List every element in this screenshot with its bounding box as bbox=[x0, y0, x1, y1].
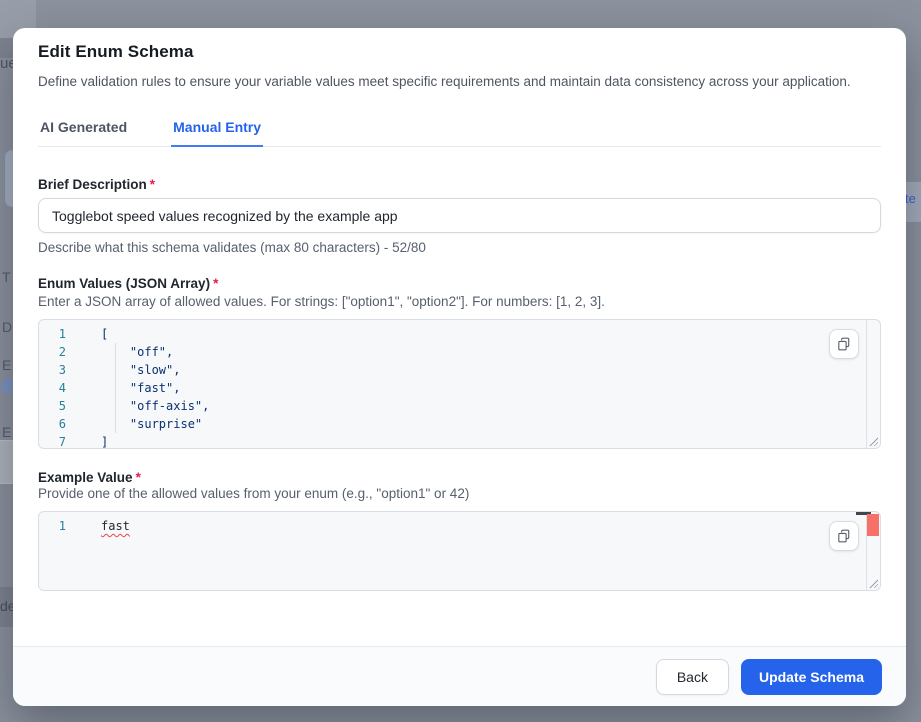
error-marker bbox=[867, 514, 879, 536]
copy-button[interactable] bbox=[829, 521, 859, 551]
code-lines: 1[ 2 "off", 3 "slow", 4 "fast", 5 "off-a… bbox=[39, 320, 880, 449]
brief-description-input[interactable] bbox=[38, 198, 881, 233]
line-number: 5 bbox=[39, 397, 66, 415]
code-text: "slow", bbox=[101, 361, 180, 379]
line-number: 1 bbox=[39, 517, 66, 535]
example-value-label: Example Value* bbox=[38, 470, 881, 485]
enum-values-label: Enum Values (JSON Array)* bbox=[38, 276, 881, 291]
code-text-error: fast bbox=[101, 517, 130, 535]
scrollbar-track[interactable] bbox=[866, 320, 867, 448]
required-asterisk: * bbox=[213, 276, 218, 291]
line-number: 7 bbox=[39, 433, 66, 449]
backdrop-text-fragment: E bbox=[2, 424, 11, 440]
code-lines: 1 fast bbox=[39, 512, 880, 535]
code-line: 3 "slow", bbox=[39, 361, 880, 379]
code-line: 2 "off", bbox=[39, 343, 880, 361]
required-asterisk: * bbox=[136, 470, 141, 485]
code-text: "off", bbox=[101, 343, 173, 361]
copy-icon bbox=[836, 336, 852, 352]
dialog-body: Edit Enum Schema Define validation rules… bbox=[13, 28, 906, 646]
dialog-footer: Back Update Schema bbox=[13, 646, 906, 706]
code-line: 6 "surprise" bbox=[39, 415, 880, 433]
enum-values-helper: Enter a JSON array of allowed values. Fo… bbox=[38, 293, 881, 311]
example-value-helper: Provide one of the allowed values from y… bbox=[38, 485, 881, 503]
copy-button[interactable] bbox=[829, 329, 859, 359]
resize-handle[interactable] bbox=[868, 578, 878, 588]
dialog-description: Define validation rules to ensure your v… bbox=[38, 71, 866, 92]
code-line: 5 "off-axis", bbox=[39, 397, 880, 415]
example-value-editor[interactable]: 1 fast bbox=[38, 511, 881, 591]
backdrop-text-fragment: T bbox=[2, 269, 11, 285]
update-schema-button[interactable]: Update Schema bbox=[741, 659, 882, 695]
indent-guide bbox=[115, 343, 116, 433]
line-number: 6 bbox=[39, 415, 66, 433]
enum-values-editor[interactable]: 1[ 2 "off", 3 "slow", 4 "fast", 5 "off-a… bbox=[38, 319, 881, 449]
code-text: ] bbox=[101, 433, 108, 449]
tab-manual-entry[interactable]: Manual Entry bbox=[171, 119, 263, 147]
backdrop-text-fragment: D bbox=[2, 319, 12, 335]
code-text: "off-axis", bbox=[101, 397, 209, 415]
dialog-title: Edit Enum Schema bbox=[38, 42, 881, 62]
code-line: 7] bbox=[39, 433, 880, 449]
code-text: "fast", bbox=[101, 379, 180, 397]
brief-description-helper: Describe what this schema validates (max… bbox=[38, 239, 881, 257]
line-number: 4 bbox=[39, 379, 66, 397]
edit-enum-schema-dialog: Edit Enum Schema Define validation rules… bbox=[13, 28, 906, 706]
tab-bar: AI Generated Manual Entry bbox=[38, 119, 881, 147]
code-line: 1[ bbox=[39, 325, 880, 343]
required-asterisk: * bbox=[150, 177, 155, 192]
line-number: 3 bbox=[39, 361, 66, 379]
copy-icon bbox=[836, 528, 852, 544]
code-text: "surprise" bbox=[101, 415, 202, 433]
backdrop-text-fragment: E bbox=[2, 357, 11, 373]
back-button[interactable]: Back bbox=[656, 659, 729, 695]
label-text: Enum Values (JSON Array) bbox=[38, 276, 210, 291]
line-number: 2 bbox=[39, 343, 66, 361]
label-text: Brief Description bbox=[38, 177, 147, 192]
line-number: 1 bbox=[39, 325, 66, 343]
code-text: [ bbox=[101, 325, 108, 343]
brief-description-label: Brief Description* bbox=[38, 177, 881, 192]
code-line: 1 fast bbox=[39, 517, 880, 535]
code-line: 4 "fast", bbox=[39, 379, 880, 397]
backdrop-link-fragment: te bbox=[905, 191, 916, 206]
label-text: Example Value bbox=[38, 470, 133, 485]
tab-ai-generated[interactable]: AI Generated bbox=[38, 119, 129, 146]
